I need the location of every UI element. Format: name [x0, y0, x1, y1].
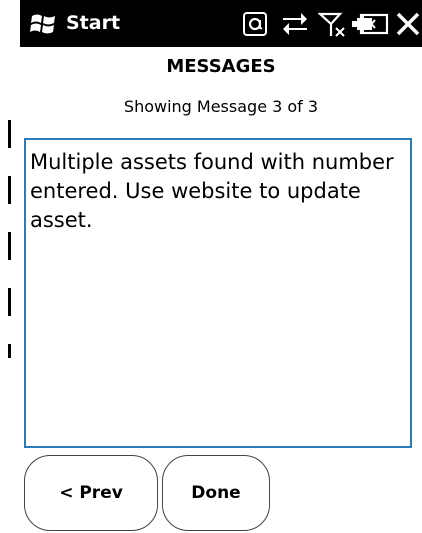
message-textbox[interactable]: Multiple assets found with number entere…: [24, 138, 412, 448]
close-icon[interactable]: [392, 10, 422, 38]
start-menu-label[interactable]: Start: [66, 12, 120, 34]
left-edge-mark: [8, 232, 11, 260]
left-edge-mark: [8, 344, 11, 358]
message-counter: Showing Message 3 of 3: [123, 97, 319, 116]
signal-icon[interactable]: [318, 10, 348, 38]
status-bar: Start: [20, 0, 422, 47]
left-edge-mark: [8, 120, 11, 148]
windows-logo-icon[interactable]: [30, 10, 58, 38]
left-edge-mark: [8, 176, 11, 204]
battery-icon: [356, 10, 390, 38]
at-icon[interactable]: [242, 10, 270, 38]
done-button[interactable]: Done: [162, 455, 270, 531]
page-title: MESSAGES: [166, 56, 276, 77]
left-edge-strip: [0, 0, 20, 533]
message-text: Multiple assets found with number entere…: [30, 150, 394, 232]
sync-icon[interactable]: [279, 10, 311, 38]
left-edge-mark: [8, 288, 11, 316]
prev-button[interactable]: < Prev: [24, 455, 158, 531]
device-screen: Start MESSAGES Showing Message 3 of 3 Mu…: [20, 0, 422, 533]
